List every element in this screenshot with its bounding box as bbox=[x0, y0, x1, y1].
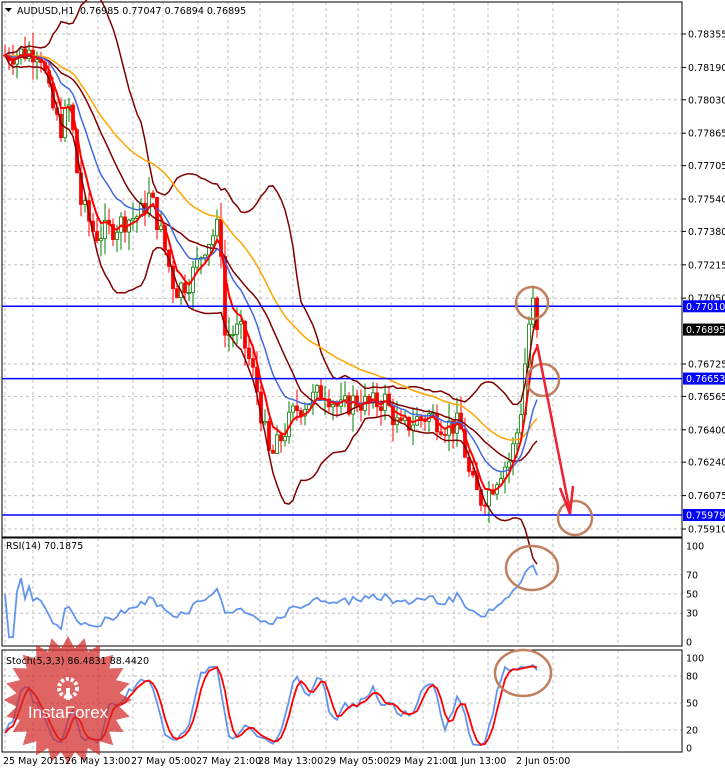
symbol-label: AUDUSD,H1 bbox=[17, 6, 74, 17]
ohlc-readout: 0.76985 0.77047 0.76894 0.76895 bbox=[80, 6, 246, 17]
candle-body bbox=[275, 434, 279, 454]
stoch-tick-label: 50 bbox=[686, 699, 698, 710]
annotations bbox=[493, 285, 594, 698]
x-tick-label: 1 Jun 13:00 bbox=[452, 756, 506, 767]
y-tick-label: 0.76565 bbox=[688, 392, 725, 403]
candle-body bbox=[239, 321, 243, 325]
candle-body bbox=[263, 420, 267, 424]
candle-body bbox=[151, 192, 155, 198]
x-tick-label: 29 May 05:00 bbox=[324, 756, 389, 767]
candle-body bbox=[291, 405, 295, 413]
candle-body bbox=[271, 449, 275, 454]
candle-body bbox=[315, 385, 319, 393]
stoch-tick-label: 80 bbox=[686, 672, 698, 683]
candle-body bbox=[531, 297, 535, 325]
candle-body bbox=[235, 323, 239, 335]
candle-body bbox=[439, 431, 443, 435]
x-tick-label: 27 May 21:00 bbox=[196, 756, 261, 767]
candle-body bbox=[251, 358, 255, 368]
rsi-line bbox=[4, 564, 538, 639]
current-price-label: 0.76895 bbox=[686, 325, 725, 336]
candle-body bbox=[215, 218, 219, 237]
candle-body bbox=[331, 404, 335, 408]
candle-body bbox=[443, 434, 447, 436]
candle-body bbox=[515, 432, 519, 445]
rsi-tick-label: 70 bbox=[686, 570, 698, 581]
candle-body bbox=[187, 292, 191, 294]
candle-body bbox=[319, 385, 323, 400]
candle-body bbox=[295, 405, 299, 412]
dropdown-triangle-icon[interactable] bbox=[5, 8, 12, 12]
x-tick-label: 27 May 05:00 bbox=[131, 756, 196, 767]
y-tick-label: 0.77540 bbox=[688, 194, 725, 205]
x-tick-label: 25 May 2015 bbox=[3, 756, 65, 767]
x-tick-label: 2 Jun 05:00 bbox=[516, 756, 570, 767]
level-price-label: 0.76653 bbox=[686, 374, 725, 385]
candle-body bbox=[123, 216, 127, 233]
candle-body bbox=[535, 297, 539, 330]
candle-body bbox=[231, 333, 235, 336]
y-tick-label: 0.78355 bbox=[688, 30, 725, 41]
candle-body bbox=[279, 434, 283, 442]
level-price-label: 0.77010 bbox=[686, 302, 725, 313]
bollinger-lower bbox=[4, 54, 538, 565]
rsi-tick-label: 0 bbox=[686, 638, 692, 649]
price-pane bbox=[1, 1, 683, 538]
rsi-title: RSI(14) 70.1875 bbox=[6, 541, 83, 552]
trading-chart-window: InstaForex 25 May 2015 26 May 13:00 27 May… bbox=[0, 0, 725, 769]
stoch-tick-label: 100 bbox=[686, 654, 704, 665]
candle-body bbox=[115, 231, 119, 240]
candle-body bbox=[131, 218, 135, 221]
candle-body bbox=[63, 107, 67, 139]
candle-body bbox=[379, 406, 383, 411]
x-tick-label: 28 May 13:00 bbox=[258, 756, 323, 767]
stoch-tick-label: 20 bbox=[686, 726, 698, 737]
chart-canvas[interactable]: InstaForex 25 May 2015 26 May 13:00 27 May… bbox=[0, 0, 725, 769]
y-tick-label: 0.77705 bbox=[688, 161, 725, 172]
annotation-circle bbox=[556, 499, 594, 537]
watermark-text: InstaForex bbox=[28, 703, 109, 722]
x-tick-label: 26 May 13:00 bbox=[65, 756, 130, 767]
candle-body bbox=[283, 436, 287, 442]
y-tick-label: 0.78030 bbox=[688, 95, 725, 106]
candle-body bbox=[99, 238, 103, 242]
rsi-tick-label: 100 bbox=[686, 542, 704, 553]
candle-body bbox=[419, 416, 423, 420]
candle-body bbox=[11, 60, 15, 65]
y-tick-label: 0.76725 bbox=[688, 359, 725, 370]
price-marks bbox=[2, 0, 682, 565]
stoch-title: Stoch(5,3,3) 86.4831 88.4420 bbox=[6, 656, 149, 667]
candle-body bbox=[487, 489, 491, 507]
candle-body bbox=[483, 504, 487, 507]
y-tick-label: 0.76400 bbox=[688, 425, 725, 436]
level-price-label: 0.75979 bbox=[686, 511, 725, 522]
y-tick-label: 0.77215 bbox=[688, 260, 725, 271]
candle-body bbox=[159, 225, 163, 231]
candle-body bbox=[247, 347, 251, 360]
candle-body bbox=[211, 235, 215, 245]
y-tick-label: 0.77380 bbox=[688, 227, 725, 238]
y-tick-label: 0.78190 bbox=[688, 63, 725, 74]
rsi-tick-label: 30 bbox=[686, 609, 698, 620]
candle-body bbox=[471, 470, 475, 476]
rsi-tick-label: 50 bbox=[686, 590, 698, 601]
slow-moving-average bbox=[4, 54, 538, 441]
y-tick-label: 0.77865 bbox=[688, 129, 725, 140]
candle-body bbox=[35, 59, 39, 63]
candle-body bbox=[399, 417, 403, 421]
candle-body bbox=[95, 231, 99, 242]
candle-body bbox=[351, 395, 355, 415]
candle-body bbox=[375, 392, 379, 408]
candle-body bbox=[183, 282, 187, 294]
rsi-pane bbox=[1, 537, 683, 647]
candle-body bbox=[175, 288, 179, 298]
y-tick-label: 0.76075 bbox=[688, 491, 725, 502]
x-tick-label: 29 May 21:00 bbox=[389, 756, 454, 767]
y-tick-label: 0.76240 bbox=[688, 458, 725, 469]
y-tick-label: 0.75910 bbox=[688, 524, 725, 535]
stoch-tick-label: 0 bbox=[686, 744, 692, 755]
candle-body bbox=[507, 461, 511, 468]
rsi-marks bbox=[4, 564, 538, 639]
